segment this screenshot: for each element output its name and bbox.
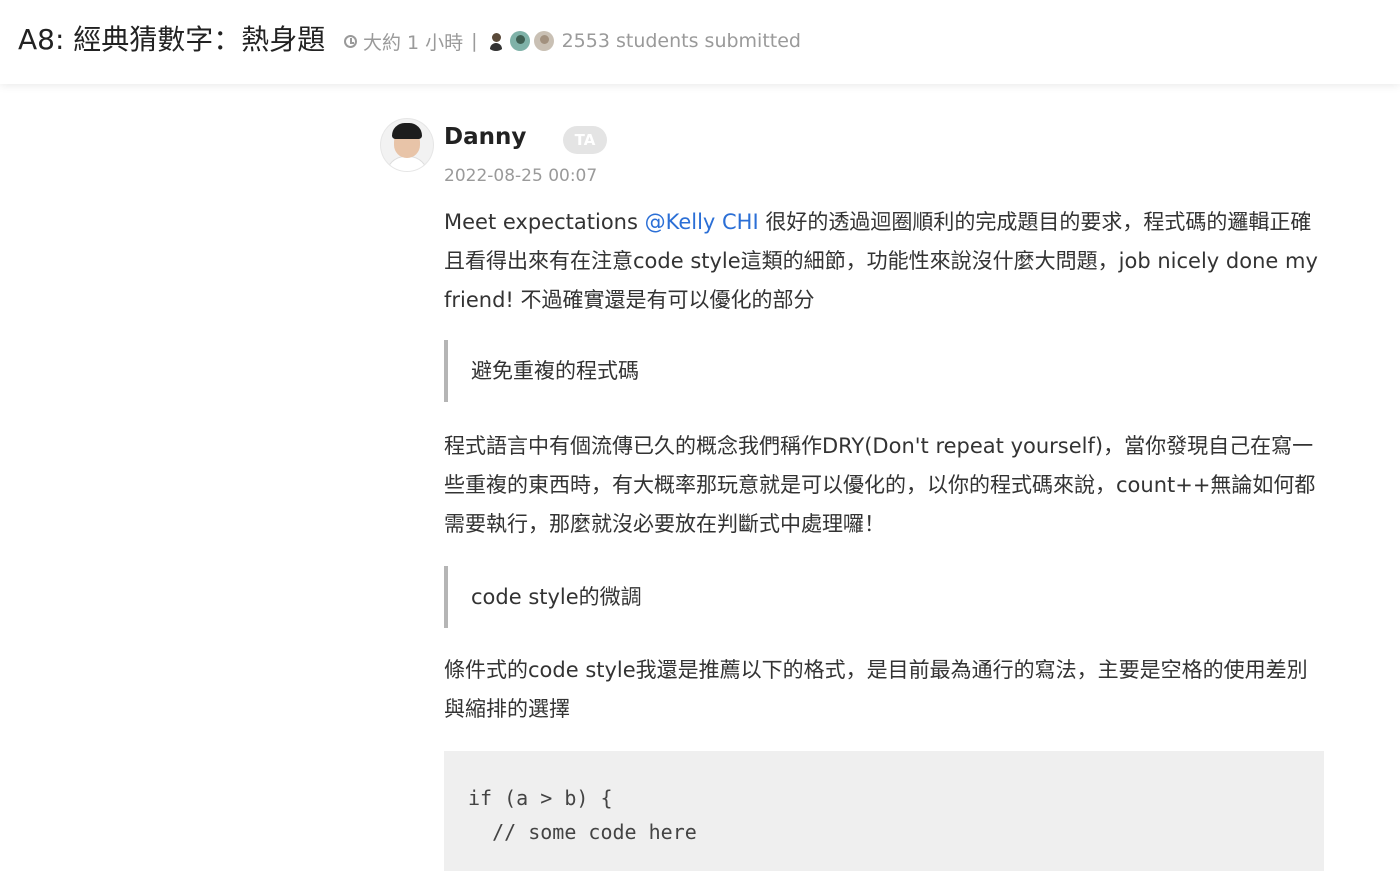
comment-date: 2022-08-25 00:07 bbox=[444, 166, 598, 186]
comment-paragraph: 條件式的code style我還是推薦以下的格式，是目前最為通行的寫法，主要是空… bbox=[444, 658, 1308, 721]
assignment-header: A8: 經典猜數字：熱身題 大約 1 小時 | 2553 students su… bbox=[0, 0, 1400, 84]
duration-text: 大約 1 小時 bbox=[363, 31, 464, 54]
comment-thread: Danny TA 2022-08-25 00:07 Meet expectati… bbox=[0, 84, 1400, 871]
assignment-title: A8: 經典猜數字：熱身題 bbox=[18, 23, 326, 56]
student-avatar[interactable] bbox=[485, 31, 506, 51]
assignment-meta: 大約 1 小時 | 2553 students submitted bbox=[344, 28, 801, 54]
blockquote: 避免重複的程式碼 bbox=[444, 340, 1294, 402]
author-avatar[interactable] bbox=[381, 119, 433, 171]
comment-text: Meet expectations bbox=[444, 210, 645, 234]
student-avatar[interactable] bbox=[533, 31, 554, 51]
code-block: if (a > b) { // some code here bbox=[444, 751, 1324, 871]
student-avatar[interactable] bbox=[509, 31, 530, 51]
role-badge: TA bbox=[563, 126, 607, 154]
comment-paragraph: Meet expectations @Kelly CHI 很好的透過迴圈順利的完… bbox=[444, 203, 1324, 320]
submitted-count[interactable]: 2553 students submitted bbox=[562, 30, 801, 52]
meta-separator: | bbox=[471, 30, 478, 52]
blockquote: code style的微調 bbox=[444, 566, 1294, 628]
clock-icon bbox=[344, 34, 357, 48]
author-name[interactable]: Danny bbox=[444, 124, 526, 150]
user-mention-link[interactable]: @Kelly CHI bbox=[645, 210, 759, 234]
comment-paragraph: 程式語言中有個流傳已久的概念我們稱作DRY(Don't repeat yours… bbox=[444, 434, 1316, 536]
